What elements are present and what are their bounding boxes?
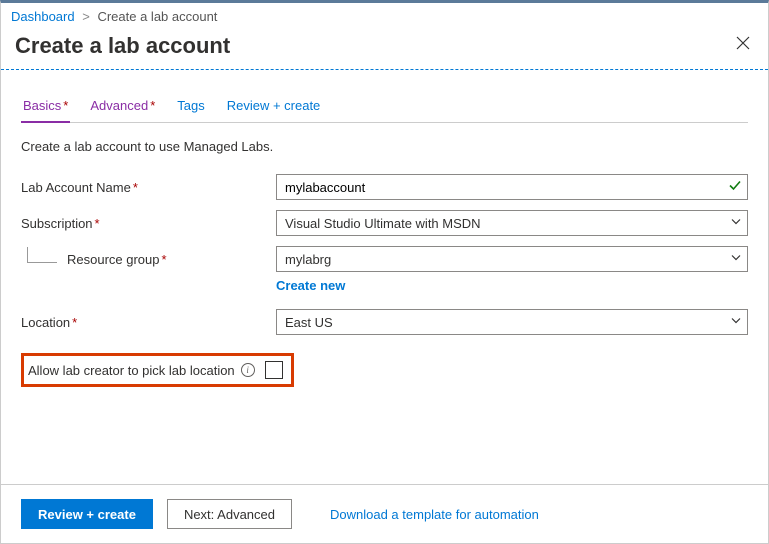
breadcrumb: Dashboard > Create a lab account bbox=[1, 3, 768, 28]
lab-account-name-input[interactable] bbox=[276, 174, 748, 200]
tab-tags[interactable]: Tags bbox=[175, 92, 206, 123]
location-select[interactable]: East US bbox=[276, 309, 748, 335]
resource-group-select[interactable]: mylabrg bbox=[276, 246, 748, 272]
row-location: Location* East US bbox=[21, 309, 748, 335]
required-indicator: * bbox=[63, 98, 68, 113]
page-title: Create a lab account bbox=[15, 33, 230, 59]
row-lab-account-name: Lab Account Name* bbox=[21, 174, 748, 200]
close-icon[interactable] bbox=[732, 32, 754, 59]
label-location: Location* bbox=[21, 309, 276, 330]
tree-connector-icon bbox=[27, 247, 57, 263]
form-description: Create a lab account to use Managed Labs… bbox=[21, 139, 748, 154]
location-value: East US bbox=[285, 315, 333, 330]
tab-basics[interactable]: Basics* bbox=[21, 92, 70, 123]
row-allow-pick-location: Allow lab creator to pick lab location i bbox=[21, 353, 294, 387]
content: Basics* Advanced* Tags Review + create C… bbox=[1, 86, 768, 387]
header: Create a lab account bbox=[1, 28, 768, 69]
allow-pick-location-checkbox[interactable] bbox=[265, 361, 283, 379]
tabs: Basics* Advanced* Tags Review + create bbox=[21, 86, 748, 123]
row-resource-group: Resource group* mylabrg Create new bbox=[21, 246, 748, 293]
footer: Review + create Next: Advanced Download … bbox=[1, 484, 768, 543]
tab-basics-label: Basics bbox=[23, 98, 61, 113]
label-subscription: Subscription* bbox=[21, 210, 276, 231]
review-create-button[interactable]: Review + create bbox=[21, 499, 153, 529]
tab-review[interactable]: Review + create bbox=[225, 92, 323, 123]
tab-advanced[interactable]: Advanced* bbox=[88, 92, 157, 123]
label-allow-pick-location: Allow lab creator to pick lab location bbox=[28, 363, 235, 378]
label-lab-account-name: Lab Account Name* bbox=[21, 174, 276, 195]
row-subscription: Subscription* Visual Studio Ultimate wit… bbox=[21, 210, 748, 236]
tab-advanced-label: Advanced bbox=[90, 98, 148, 113]
subscription-value: Visual Studio Ultimate with MSDN bbox=[285, 216, 481, 231]
next-advanced-button[interactable]: Next: Advanced bbox=[167, 499, 292, 529]
divider bbox=[1, 69, 768, 70]
subscription-select[interactable]: Visual Studio Ultimate with MSDN bbox=[276, 210, 748, 236]
create-new-resource-group-link[interactable]: Create new bbox=[276, 278, 345, 293]
download-template-link[interactable]: Download a template for automation bbox=[330, 507, 539, 522]
breadcrumb-root-link[interactable]: Dashboard bbox=[11, 9, 75, 24]
resource-group-value: mylabrg bbox=[285, 252, 331, 267]
breadcrumb-current: Create a lab account bbox=[97, 9, 217, 24]
breadcrumb-separator: > bbox=[82, 9, 90, 24]
info-icon[interactable]: i bbox=[241, 363, 255, 377]
required-indicator: * bbox=[150, 98, 155, 113]
label-resource-group: Resource group* bbox=[21, 246, 276, 267]
